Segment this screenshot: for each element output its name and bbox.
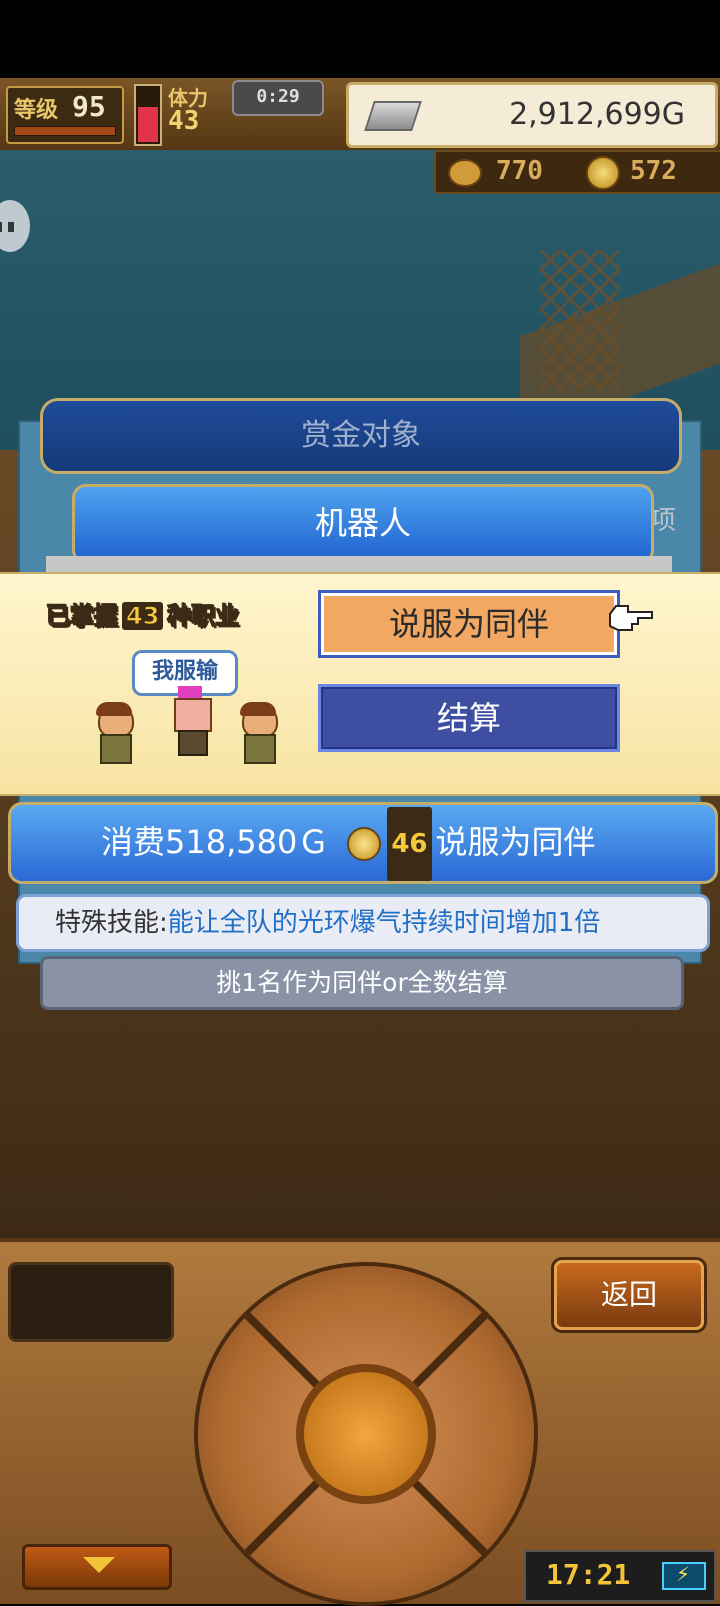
level-value: 95 — [72, 90, 106, 123]
character-sprite — [92, 702, 136, 766]
dialog-title-bar: 赏金对象 — [40, 398, 682, 474]
character-body — [244, 734, 276, 764]
target-name-bar: 机器人 — [72, 484, 654, 564]
cost-prefix: 消费518,580Ｇ — [101, 823, 330, 861]
eye-icon — [0, 222, 2, 232]
medal-count: 770 — [496, 156, 543, 186]
info-box — [8, 1262, 174, 1342]
mastered-prefix: 已掌握 — [46, 602, 119, 631]
stamina-gauge — [134, 84, 162, 146]
mastered-suffix: 种职业 — [167, 602, 240, 631]
mastered-count: 43 — [122, 602, 164, 631]
robot-bow — [178, 686, 202, 698]
gold-coin-icon — [586, 156, 620, 190]
character-sprite — [236, 702, 280, 766]
skill-label: 特殊技能: — [55, 908, 168, 938]
currency-row: 770 572 — [434, 150, 720, 194]
robot-body — [178, 730, 208, 756]
skill-description: 能让全队的光环爆气持续时间增加1倍 — [167, 908, 601, 938]
hint-text: 挑1名作为同伴or全数结算 — [216, 968, 508, 997]
settle-button[interactable]: 结算 — [318, 684, 620, 752]
level-label: 等级 — [14, 98, 59, 123]
stamina-timer: 0:29 — [232, 80, 324, 116]
clock-text: 17:21 — [546, 1558, 631, 1591]
dpad-center-button[interactable] — [296, 1364, 436, 1504]
persuade-cost-button[interactable]: 消费518,580Ｇ 46 说服为同伴 — [8, 802, 718, 884]
eye-icon — [8, 222, 14, 232]
money-value: 2,912,699G — [509, 97, 685, 132]
directional-pad[interactable] — [194, 1262, 538, 1606]
back-button[interactable]: 返回 — [554, 1260, 704, 1330]
lightning-icon: ⚡ — [676, 1562, 691, 1586]
triangle-down-icon — [83, 1557, 115, 1573]
cost-coin-count: 46 — [387, 807, 432, 881]
gold-coin-icon — [347, 827, 382, 861]
clock-box: 17:21 ⚡ — [524, 1550, 716, 1602]
status-strip — [0, 0, 720, 78]
hint-bar: 挑1名作为同伴or全数结算 — [40, 956, 684, 1010]
experience-bar — [14, 126, 116, 136]
level-box: 等级 95 — [6, 86, 124, 144]
character-hair — [96, 702, 132, 716]
controller-panel: 返回 17:21 ⚡ — [0, 1238, 720, 1606]
target-name: 机器人 — [314, 504, 411, 542]
battery-charging-icon: ⚡ — [662, 1562, 706, 1590]
robot-head — [174, 698, 212, 732]
persuade-confirm-band: 已掌握 43 种职业 我服输 说服为同伴 结算 — [0, 572, 720, 796]
hud-bar: 等级 95 体力 43 0:29 2,912,699G — [0, 78, 720, 153]
menu-down-button[interactable] — [22, 1544, 172, 1590]
dialog-title: 赏金对象 — [301, 418, 421, 453]
pointing-hand-icon — [609, 605, 653, 631]
coin-count: 572 — [630, 156, 677, 186]
medal-icon — [448, 159, 482, 187]
persuade-button[interactable]: 说服为同伴 — [318, 590, 620, 658]
robot-sprite — [168, 686, 212, 760]
character-body — [100, 734, 132, 764]
cost-suffix: 说服为同伴 — [435, 823, 596, 861]
mastered-jobs-text: 已掌握 43 种职业 — [46, 596, 240, 631]
cost-text: 消费518,580Ｇ 46 说服为同伴 — [101, 805, 596, 881]
special-skill-text: 特殊技能:能让全队的光环爆气持续时间增加1倍 — [55, 897, 600, 949]
stamina-value: 43 — [168, 106, 200, 136]
character-hair — [240, 702, 276, 716]
money-panel: 2,912,699G — [346, 82, 718, 148]
silver-bar-icon — [364, 101, 422, 131]
stamina-fill — [138, 107, 158, 142]
special-skill-bar: 特殊技能:能让全队的光环爆气持续时间增加1倍 — [16, 894, 710, 952]
